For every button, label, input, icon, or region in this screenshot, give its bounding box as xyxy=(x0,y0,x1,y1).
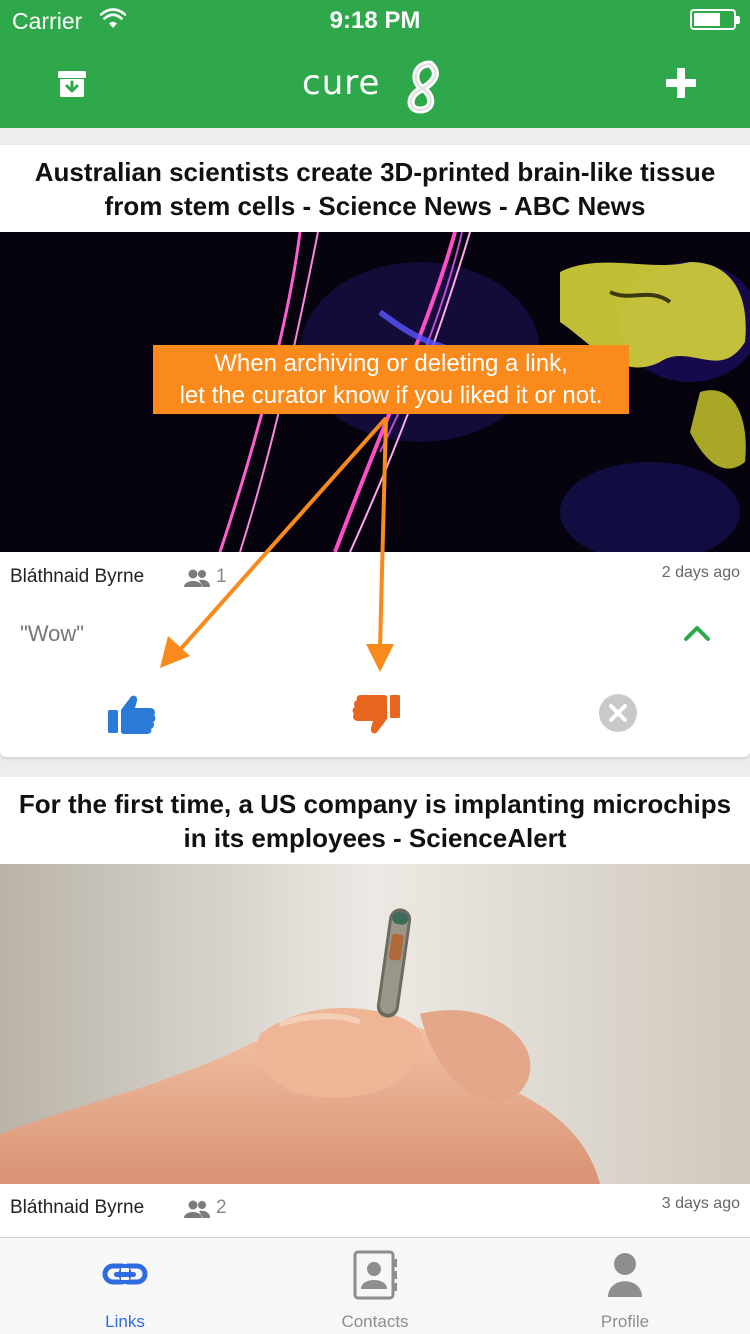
curator-name: Bláthnaid Byrne xyxy=(10,1197,145,1218)
time-ago: 3 days ago xyxy=(661,1195,740,1212)
link-title[interactable]: For the first time, a US company is impl… xyxy=(10,787,740,855)
status-time: 9:18 PM xyxy=(329,7,421,34)
link-title[interactable]: Australian scientists create 3D-printed … xyxy=(10,155,740,223)
tab-bar: Links Contacts Profile xyxy=(0,1237,750,1334)
close-icon[interactable] xyxy=(597,692,639,734)
link-meta: Bláthnaid Byrne 2 3 days ago xyxy=(0,1189,750,1229)
curator-name: Bláthnaid Byrne xyxy=(10,566,145,587)
people-icon xyxy=(184,1200,210,1218)
people-icon xyxy=(184,569,210,587)
curator-comment: "Wow" xyxy=(20,621,85,646)
tab-contacts[interactable]: Contacts xyxy=(250,1238,500,1334)
contacts-icon xyxy=(353,1250,397,1300)
tab-label: Contacts xyxy=(341,1312,409,1331)
thumbs-down-icon[interactable] xyxy=(350,694,402,736)
logo-text: cure xyxy=(302,63,380,103)
profile-icon xyxy=(608,1253,642,1297)
status-bar: Carrier 9:18 PM xyxy=(0,0,750,40)
tooltip-line: let the curator know if you liked it or … xyxy=(179,382,603,409)
link-icon xyxy=(102,1263,148,1285)
tab-links[interactable]: Links xyxy=(0,1238,250,1334)
tutorial-tooltip: When archiving or deleting a link, let t… xyxy=(153,345,629,414)
thumbs-up-icon[interactable] xyxy=(106,693,158,735)
archive-icon[interactable] xyxy=(56,68,88,100)
link-card[interactable]: Australian scientists create 3D-printed … xyxy=(0,145,750,757)
time-ago: 2 days ago xyxy=(661,564,740,581)
header-bar: Carrier 9:18 PM cure xyxy=(0,0,750,128)
microchip-image xyxy=(0,864,750,1184)
app-logo: cure xyxy=(302,60,439,114)
link-meta: Bláthnaid Byrne 1 2 days ago xyxy=(0,558,750,598)
tooltip-line: When archiving or deleting a link, xyxy=(214,350,568,377)
share-count: 1 xyxy=(216,566,227,587)
share-count: 2 xyxy=(216,1197,227,1218)
battery-icon xyxy=(690,9,740,30)
link-thumbnail[interactable] xyxy=(0,864,750,1184)
tab-label: Links xyxy=(105,1312,145,1331)
plus-icon[interactable] xyxy=(662,64,700,102)
tab-label: Profile xyxy=(600,1312,650,1331)
chevron-up-icon[interactable] xyxy=(683,623,711,643)
tab-profile[interactable]: Profile xyxy=(500,1238,750,1334)
link-card[interactable]: For the first time, a US company is impl… xyxy=(0,777,750,1237)
